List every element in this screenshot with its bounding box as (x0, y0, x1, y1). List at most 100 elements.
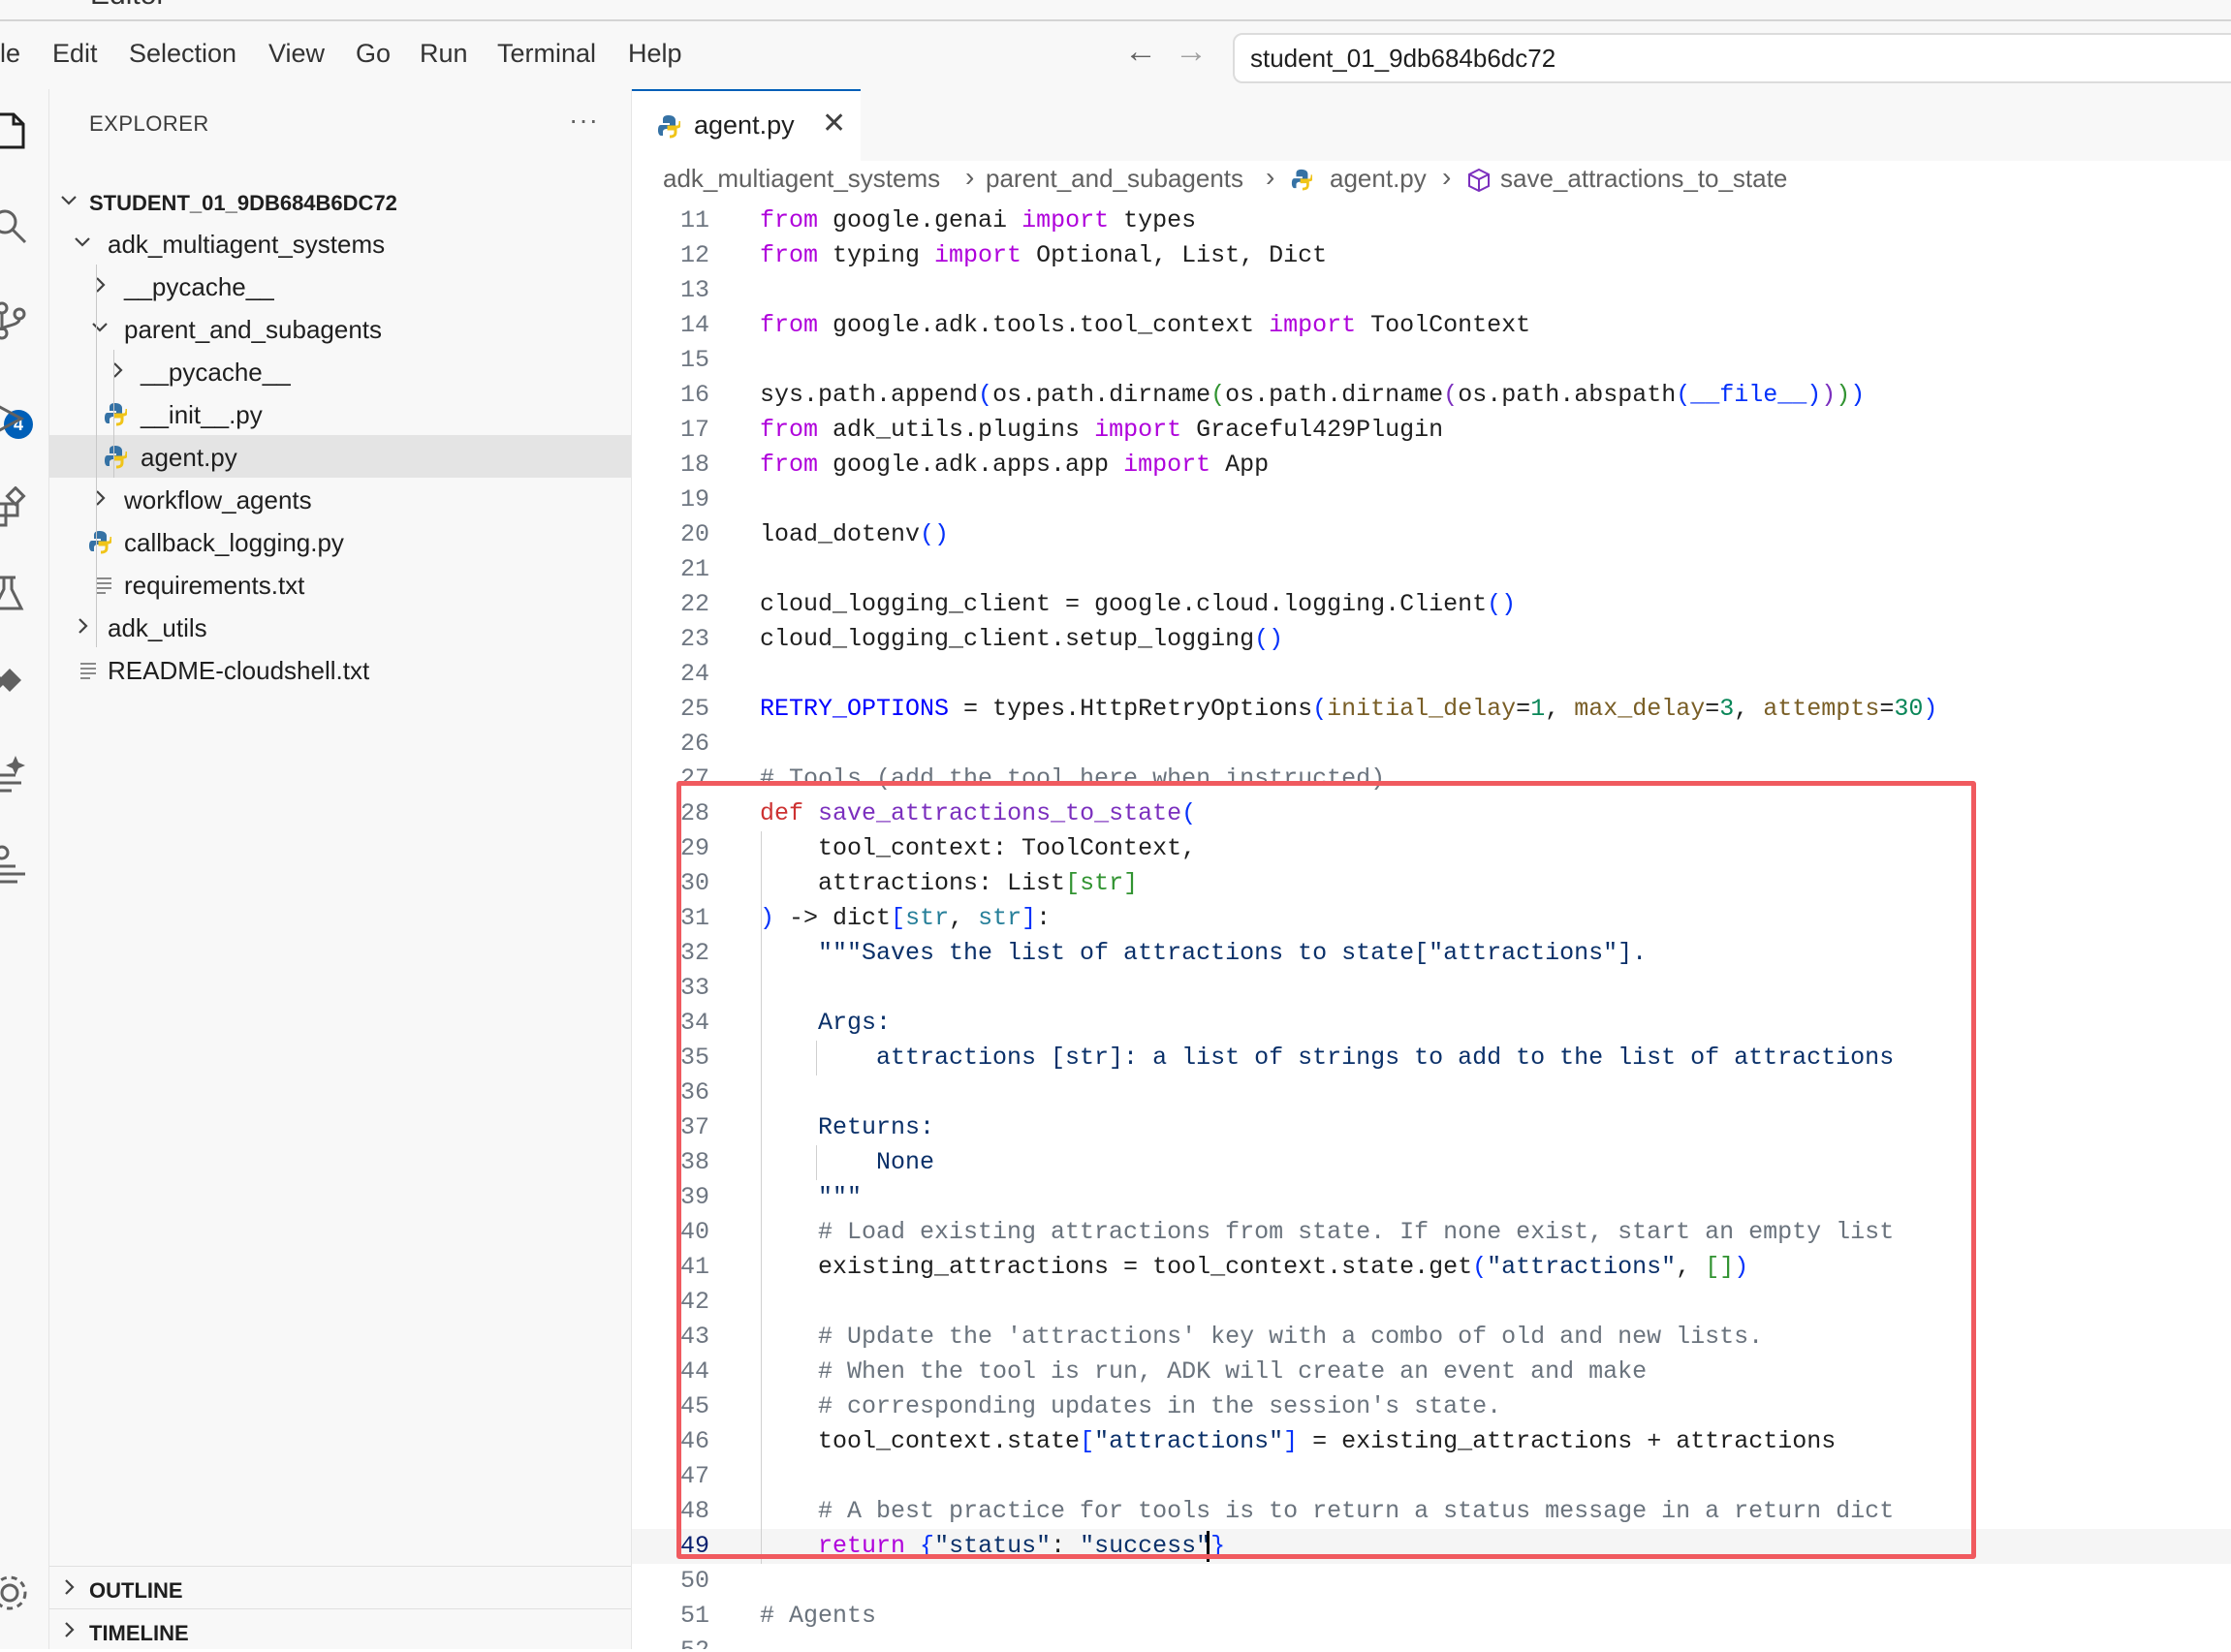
code-line: 21 (632, 552, 2231, 587)
code-line: 11 from google.genai import types (632, 203, 2231, 238)
chevron-right-icon: › (1266, 162, 1275, 192)
code-line: 51 # Agents (632, 1599, 2231, 1634)
code-line: 24 (632, 657, 2231, 692)
code-text: cloud_logging_client = google.cloud.logg… (760, 590, 1517, 618)
line-number: 15 (679, 346, 709, 374)
tree-root[interactable]: STUDENT_01_9DB684B6DC72 (49, 180, 631, 223)
window-title: Editor (90, 0, 166, 12)
tree-file-readme[interactable]: README-cloudshell.txt (49, 648, 631, 691)
menu-bar: le Edit Selection View Go Run Terminal H… (0, 21, 2231, 90)
code-line: 16 sys.path.append(os.path.dirname(os.pat… (632, 378, 2231, 413)
breadcrumb-item[interactable]: save_attractions_to_state (1500, 164, 1787, 194)
menu-help[interactable]: Help (628, 39, 682, 69)
line-number: 22 (679, 590, 709, 618)
forward-arrow-icon[interactable]: → (1175, 35, 1208, 68)
chevron-right-icon (57, 1615, 80, 1644)
cloud-code-icon[interactable] (0, 661, 31, 703)
explorer-icon[interactable] (0, 109, 31, 151)
tree-root-label: STUDENT_01_9DB684B6DC72 (89, 191, 397, 215)
line-number: 24 (679, 660, 709, 688)
code-line: 50 (632, 1564, 2231, 1599)
code-text: RETRY_OPTIONS = types.HttpRetryOptions(i… (760, 695, 1938, 723)
settings-gear-icon[interactable] (0, 1572, 31, 1614)
code-line: 18 from google.adk.apps.app import App (632, 448, 2231, 483)
tree-label: adk_utils (108, 613, 207, 642)
indent-guide (113, 350, 114, 478)
code-line: 52 (632, 1634, 2231, 1649)
source-control-icon[interactable] (0, 298, 31, 341)
run-debug-icon[interactable] (0, 397, 31, 440)
timeline-section[interactable]: TIMELINE (49, 1608, 631, 1652)
breadcrumb-item[interactable]: parent_and_subagents (986, 164, 1243, 194)
command-center-search[interactable]: student_01_9db684b6dc72 (1233, 33, 2231, 83)
tree-folder-adk-multiagent-systems[interactable]: adk_multiagent_systems (49, 222, 631, 265)
code-line: 19 (632, 483, 2231, 517)
menu-edit[interactable]: Edit (52, 39, 98, 69)
command-center-text: student_01_9db684b6dc72 (1250, 44, 1556, 73)
annotation-highlight-box (676, 781, 1976, 1559)
code-line: 22 cloud_logging_client = google.cloud.lo… (632, 587, 2231, 622)
python-file-icon (104, 400, 129, 427)
tree-file-requirements-txt[interactable]: requirements.txt (49, 563, 631, 606)
line-number: 52 (632, 1636, 709, 1649)
chevron-right-icon: › (1442, 162, 1452, 192)
more-actions-icon[interactable]: ··· (569, 105, 599, 136)
tree-folder-parent-and-subagents[interactable]: parent_and_subagents (49, 307, 631, 350)
tree-folder-adk-utils[interactable]: adk_utils (49, 606, 631, 648)
code-text: from google.adk.tools.tool_context impor… (760, 311, 1531, 339)
line-number: 11 (679, 206, 709, 234)
code-text: # Agents (760, 1602, 877, 1630)
menu-run[interactable]: Run (420, 39, 468, 69)
tab-label: agent.py (694, 110, 795, 140)
tree-label: agent.py (141, 443, 237, 472)
tree-folder-workflow-agents[interactable]: workflow_agents (49, 478, 631, 520)
line-number: 13 (679, 276, 709, 304)
code-line: 23 cloud_logging_client.setup_logging() (632, 622, 2231, 657)
tree-label: __pycache__ (141, 358, 291, 387)
tree-label: README-cloudshell.txt (108, 656, 370, 685)
back-arrow-icon[interactable]: ← (1124, 35, 1157, 68)
tree-file-init-py[interactable]: __init__.py (49, 392, 631, 435)
tree-folder-pycache[interactable]: __pycache__ (49, 265, 631, 307)
tab-agent-py[interactable]: agent.py ✕ (632, 89, 861, 162)
tree-label: callback_logging.py (124, 528, 344, 557)
outline-section[interactable]: OUTLINE (49, 1566, 631, 1609)
line-number: 12 (679, 241, 709, 269)
indent-guide (96, 265, 97, 647)
breadcrumb-item[interactable]: agent.py (1330, 164, 1427, 194)
menu-file[interactable]: le (0, 39, 20, 69)
gemini-icon[interactable] (0, 752, 31, 795)
code-line: 12 from typing import Optional, List, Dic… (632, 238, 2231, 273)
menu-terminal[interactable]: Terminal (497, 39, 596, 69)
tree-file-callback-logging-py[interactable]: callback_logging.py (49, 520, 631, 563)
code-line: 25 RETRY_OPTIONS = types.HttpRetryOptions… (632, 692, 2231, 727)
line-number: 16 (679, 381, 709, 409)
timeline-label: TIMELINE (89, 1621, 189, 1645)
method-icon (1465, 167, 1493, 194)
explorer-title: EXPLORER (89, 111, 209, 136)
line-number: 25 (679, 695, 709, 723)
python-file-icon (88, 528, 113, 555)
explorer-sidebar: EXPLORER ··· STUDENT_01_9DB684B6DC72 adk… (49, 89, 632, 1649)
extensions-icon[interactable] (0, 485, 31, 529)
chevron-right-icon (106, 356, 129, 385)
line-number: 26 (679, 730, 709, 758)
chevron-down-icon (88, 313, 111, 342)
close-icon[interactable]: ✕ (822, 107, 846, 140)
line-number: 20 (679, 520, 709, 548)
chevron-down-icon (57, 186, 80, 215)
menu-view[interactable]: View (268, 39, 325, 69)
deploy-icon[interactable] (0, 843, 31, 886)
line-number: 14 (679, 311, 709, 339)
tree-file-agent-py[interactable]: agent.py (49, 435, 631, 478)
testing-icon[interactable] (0, 572, 31, 614)
breadcrumb-item[interactable]: adk_multiagent_systems (663, 164, 940, 194)
menu-go[interactable]: Go (356, 39, 391, 69)
tree-folder-pycache-nested[interactable]: __pycache__ (49, 350, 631, 392)
search-icon[interactable] (0, 205, 31, 248)
code-text: from adk_utils.plugins import Graceful42… (760, 416, 1444, 444)
line-number: 50 (679, 1567, 709, 1595)
menu-selection[interactable]: Selection (129, 39, 236, 69)
tree-label: __pycache__ (124, 272, 274, 301)
tree-label: workflow_agents (124, 485, 312, 514)
